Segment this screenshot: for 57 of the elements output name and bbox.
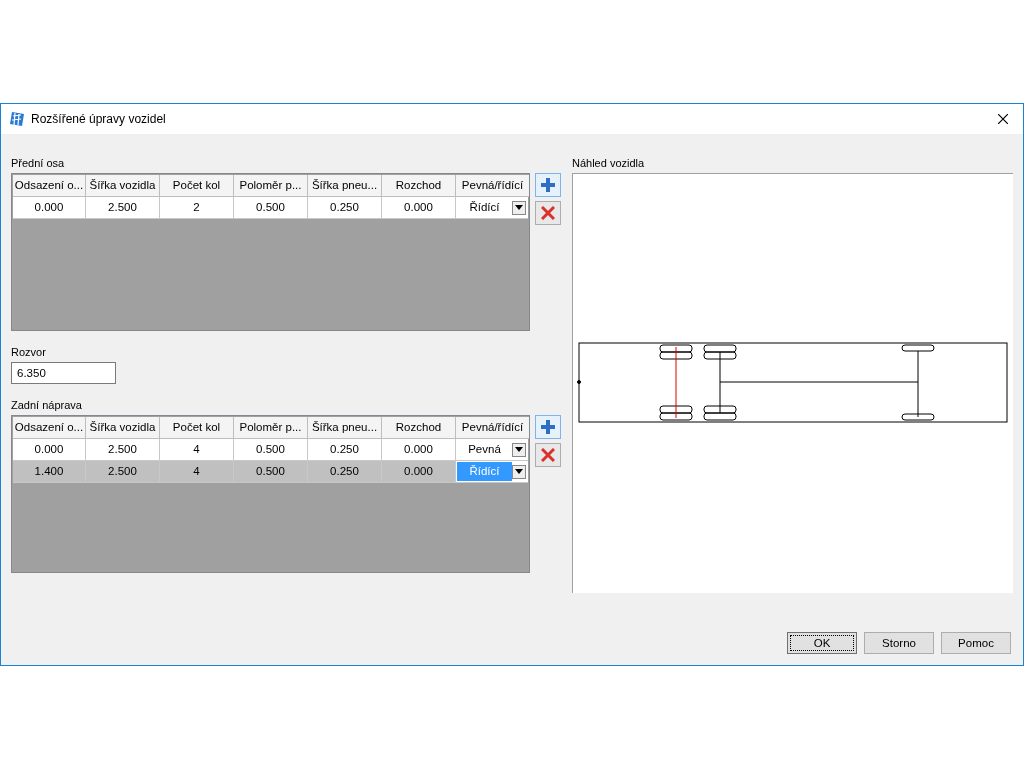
dialog-button[interactable]: OK: [787, 632, 857, 654]
caret-icon: [515, 469, 523, 474]
table-cell: 4: [160, 461, 234, 483]
column-header[interactable]: Poloměr p...: [234, 417, 308, 439]
table-cell: 0.000: [382, 439, 456, 461]
table-cell: 0.500: [234, 197, 308, 219]
column-header[interactable]: Šířka vozidla: [86, 175, 160, 197]
table-cell: 2.500: [86, 439, 160, 461]
table-cell: 0.250: [308, 197, 382, 219]
column-header[interactable]: Poloměr p...: [234, 175, 308, 197]
add-row-button[interactable]: [535, 173, 561, 197]
close-icon: [998, 114, 1008, 124]
table-cell: 0.000: [13, 439, 86, 461]
section-label: Přední osa: [11, 156, 66, 170]
input-field[interactable]: 6.350: [11, 362, 116, 384]
delete-row-button[interactable]: [535, 201, 561, 225]
section-label: Zadní náprava: [11, 398, 83, 412]
caret-icon: [515, 205, 523, 210]
column-header[interactable]: Počet kol: [160, 175, 234, 197]
plus-icon: [541, 420, 555, 434]
table-cell: 0.000: [382, 197, 456, 219]
plus-icon: [541, 178, 555, 192]
table-cell: 2.500: [86, 197, 160, 219]
caret-icon: [515, 447, 523, 452]
dropdown-button[interactable]: [512, 464, 526, 479]
column-header[interactable]: Rozchod: [382, 175, 456, 197]
window-title: Rozšířené úpravy vozidel: [31, 112, 167, 126]
app-icon: [9, 111, 25, 127]
column-header[interactable]: Počet kol: [160, 417, 234, 439]
column-header[interactable]: Pevná/řídící: [456, 175, 529, 197]
dialog-button[interactable]: Pomoc: [941, 632, 1011, 654]
table-cell: 0.250: [308, 439, 382, 461]
delete-row-button[interactable]: [535, 443, 561, 467]
section-label: Náhled vozidla: [572, 156, 646, 170]
column-header[interactable]: Odsazení o...: [13, 417, 86, 439]
dropdown-button[interactable]: [512, 442, 526, 457]
dialog-button[interactable]: Storno: [864, 632, 934, 654]
close-icon: [541, 206, 555, 220]
table-cell: 0.000: [382, 461, 456, 483]
column-header[interactable]: Šířka pneu...: [308, 175, 382, 197]
column-header[interactable]: Odsazení o...: [13, 175, 86, 197]
table-cell: 0.500: [234, 461, 308, 483]
column-header[interactable]: Rozchod: [382, 417, 456, 439]
table-cell: 2.500: [86, 461, 160, 483]
dropdown-button[interactable]: [512, 200, 526, 215]
column-header[interactable]: Pevná/řídící: [456, 417, 529, 439]
table-cell: 2: [160, 197, 234, 219]
field-label: Rozvor: [11, 345, 47, 359]
table-cell: 1.400: [13, 461, 86, 483]
table-cell: 0.000: [13, 197, 86, 219]
table-cell: 0.250: [308, 461, 382, 483]
close-icon: [541, 448, 555, 462]
column-header[interactable]: Šířka vozidla: [86, 417, 160, 439]
column-header[interactable]: Šířka pneu...: [308, 417, 382, 439]
table-cell: 0.500: [234, 439, 308, 461]
table-cell: 4: [160, 439, 234, 461]
add-row-button[interactable]: [535, 415, 561, 439]
